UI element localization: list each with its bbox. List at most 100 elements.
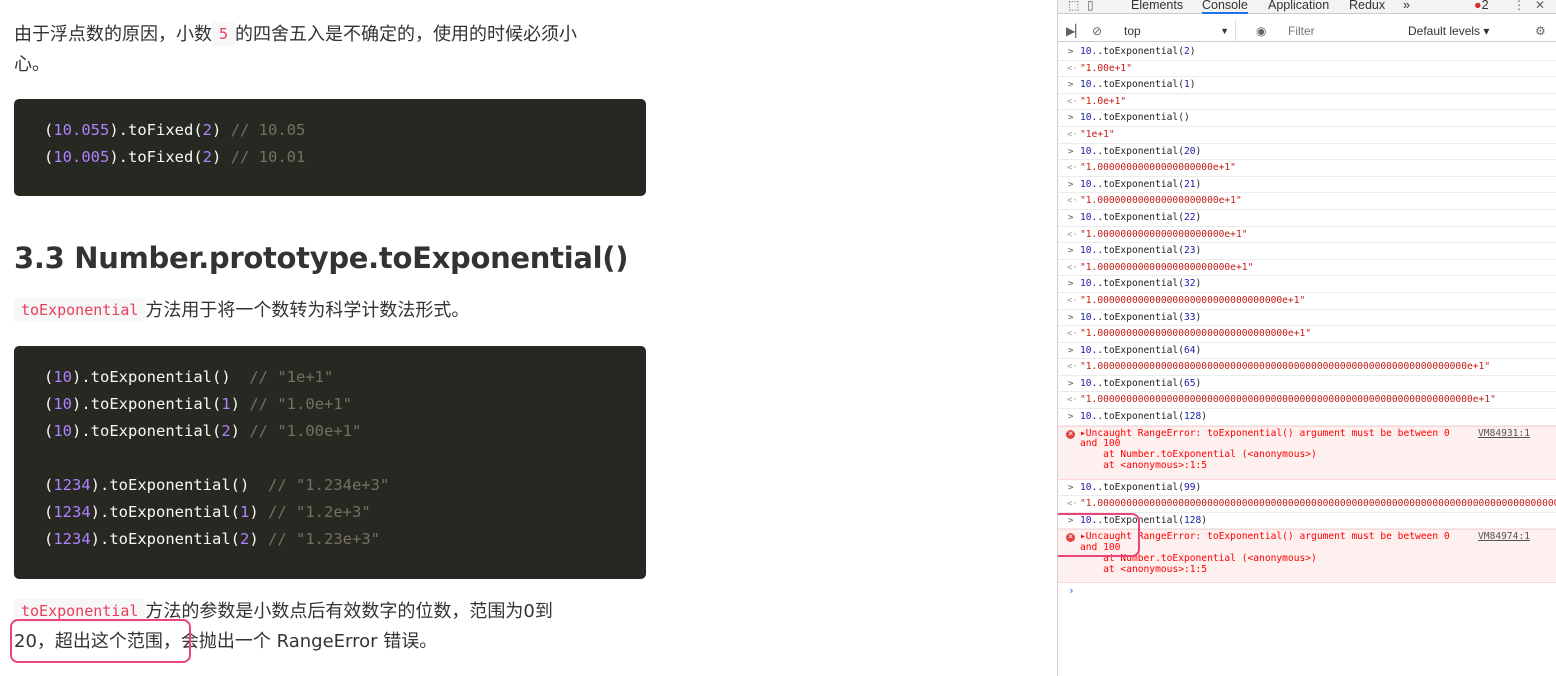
code-arg: 2 [221,422,231,440]
sidebar-toggle-icon[interactable]: ▶▏ [1066,20,1084,42]
code-block-toexponential: (10).toExponential() // "1e+1" (10).toExp… [14,346,646,579]
device-toolbar-icon[interactable]: ▯ [1087,0,1094,13]
command-number: 10. [1080,112,1098,124]
console-output: >10..toExponential(2) <· "1.00e+1" >10..toE… [1058,44,1556,676]
eye-icon[interactable]: ◉ [1256,20,1266,42]
command-arg: 99 [1183,481,1196,493]
console-command: 10..toExponential(2) [1080,46,1196,57]
command-method: .toExponential( [1097,411,1184,423]
console-toolbar: ▶▏ ⊘ top ▼ ◉ Filter Default levels ▾ ⚙ [1058,20,1556,42]
command-close: ) [1195,245,1202,257]
command-close: ) [1189,79,1196,91]
command-number: 10. [1080,411,1098,423]
error-source-link[interactable]: VM84974:1 [1478,532,1530,543]
console-result-row: <· "1.00e+1" [1058,61,1556,78]
code-line: (10.005).toFixed(2) // 10.01 [44,144,616,171]
command-arg: 20 [1183,145,1196,157]
console-result: "1e+1" [1080,128,1115,140]
context-selector[interactable]: top ▼ [1124,20,1236,42]
prompt-chevron-icon: > [1068,412,1074,423]
command-close: ) [1201,514,1208,526]
command-arg: 128 [1183,514,1202,526]
code-number: 10.005 [53,148,110,166]
command-close: ) [1195,145,1202,157]
command-number: 10. [1080,178,1098,190]
command-close: ) [1195,377,1202,389]
command-method: .toExponential( [1097,344,1184,356]
section-heading: 3.3 Number.prototype.toExponential() [14,241,629,275]
highlight-box-range [10,619,191,663]
command-number: 10. [1080,46,1098,57]
tab-console[interactable]: Console [1202,0,1248,14]
close-icon[interactable]: ✕ [1535,0,1545,13]
code-paren: ( [44,148,54,166]
console-result-row: <· "1.00000000000000000000000000000000000… [1058,359,1556,376]
console-result: "1.00000000000000000000000000000000e+1" [1080,294,1306,306]
prompt-chevron-icon: > [1068,146,1074,157]
code-method: ).toExponential( [72,422,222,440]
tab-application[interactable]: Application [1268,0,1329,14]
devtools-tabbar: ⬚ ▯ Elements Console Application Redux »… [1058,0,1556,14]
console-result-row: <· "1.00000000000000000000000000000000e+1… [1058,293,1556,310]
kebab-menu-icon[interactable]: ⋮ [1513,0,1525,13]
filter-input[interactable]: Filter [1288,20,1398,42]
console-command: 10..toExponential(22) [1080,212,1201,223]
console-result-row: <· "1.0e+1" [1058,94,1556,111]
console-input-row: >10..toExponential(33) [1058,310,1556,327]
command-number: 10. [1080,145,1098,157]
tab-elements[interactable]: Elements [1131,0,1183,14]
article-pane: 由于浮点数的原因，小数 5 的四舍五入是不确定的，使用的时候必须小 心。 (10.0… [0,0,1057,676]
prompt-chevron-icon: > [1068,482,1074,493]
console-result-row: <· "1.0000000000000000000000e+1" [1058,227,1556,244]
console-input-row: >10..toExponential() [1058,110,1556,127]
console-result: "1.0000000000000000000000000000000000000… [1080,498,1556,510]
log-levels-dropdown[interactable]: Default levels ▾ [1408,20,1489,42]
command-number: 10. [1080,278,1098,290]
code-method: ).toFixed( [109,148,203,166]
console-result-row: <· "1.000000000000000000000e+1" [1058,193,1556,210]
result-arrow-icon: <· [1067,395,1078,406]
inline-code-toexponential: toExponential [14,298,146,322]
error-source-link[interactable]: VM84931:1 [1478,428,1530,440]
prompt-chevron-icon: > [1068,80,1074,91]
code-method: ).toExponential( [90,476,240,494]
console-input-row: >10..toExponential(32) [1058,276,1556,293]
command-method: .toExponential( [1097,46,1184,57]
clear-console-icon[interactable]: ⊘ [1092,20,1102,42]
console-result: "1.0000000000000000000000000000000000000… [1080,394,1496,406]
console-command: 10..toExponential(21) [1080,179,1201,190]
code-paren: ) [230,395,250,413]
command-arg: 23 [1183,245,1196,257]
tab-redux[interactable]: Redux [1349,0,1385,14]
code-line: (10).toExponential(2) // "1.00e+1" [44,418,616,445]
intro-text-b: 的四舍五入是不确定的，使用的时候必须小 [235,24,578,45]
command-arg: 128 [1183,411,1202,423]
intro-paragraph-line2: 心。 [14,54,50,75]
inspect-element-icon[interactable]: ⬚ [1068,0,1079,13]
code-number: 1234 [53,476,91,494]
context-label: top [1124,24,1141,38]
inline-code-5: 5 [212,22,236,46]
settings-gear-icon[interactable]: ⚙ [1535,20,1546,42]
more-tabs-button[interactable]: » [1403,0,1410,14]
code-paren: ( [44,121,54,139]
command-method: .toExponential( [1097,79,1184,91]
code-block-tofixed: (10.055).toFixed(2) // 10.05 (10.005).toF… [14,99,646,196]
error-count-badge[interactable]: ●2 [1474,0,1489,14]
command-arg: 21 [1183,178,1196,190]
result-arrow-icon: <· [1067,262,1078,273]
command-close: ) [1195,211,1202,223]
description-paragraph: toExponential 方法用于将一个数转为科学计数法形式。 [14,296,654,326]
console-command: 10..toExponential(99) [1080,482,1201,493]
console-input-row: >10..toExponential(64) [1058,343,1556,360]
command-arg: 65 [1183,377,1196,389]
command-method: .toExponential( [1097,145,1184,157]
console-input-row: >10..toExponential(1) [1058,77,1556,94]
prompt-chevron-icon: > [1068,212,1074,223]
command-number: 10. [1080,245,1098,257]
console-input-row: >10..toExponential(128) [1058,409,1556,426]
console-input-row: >10..toExponential(23) [1058,243,1556,260]
command-method: .toExponential( [1097,278,1184,290]
console-command: 10..toExponential(32) [1080,278,1201,289]
console-result: "1.000000000000000000000e+1" [1080,195,1242,207]
